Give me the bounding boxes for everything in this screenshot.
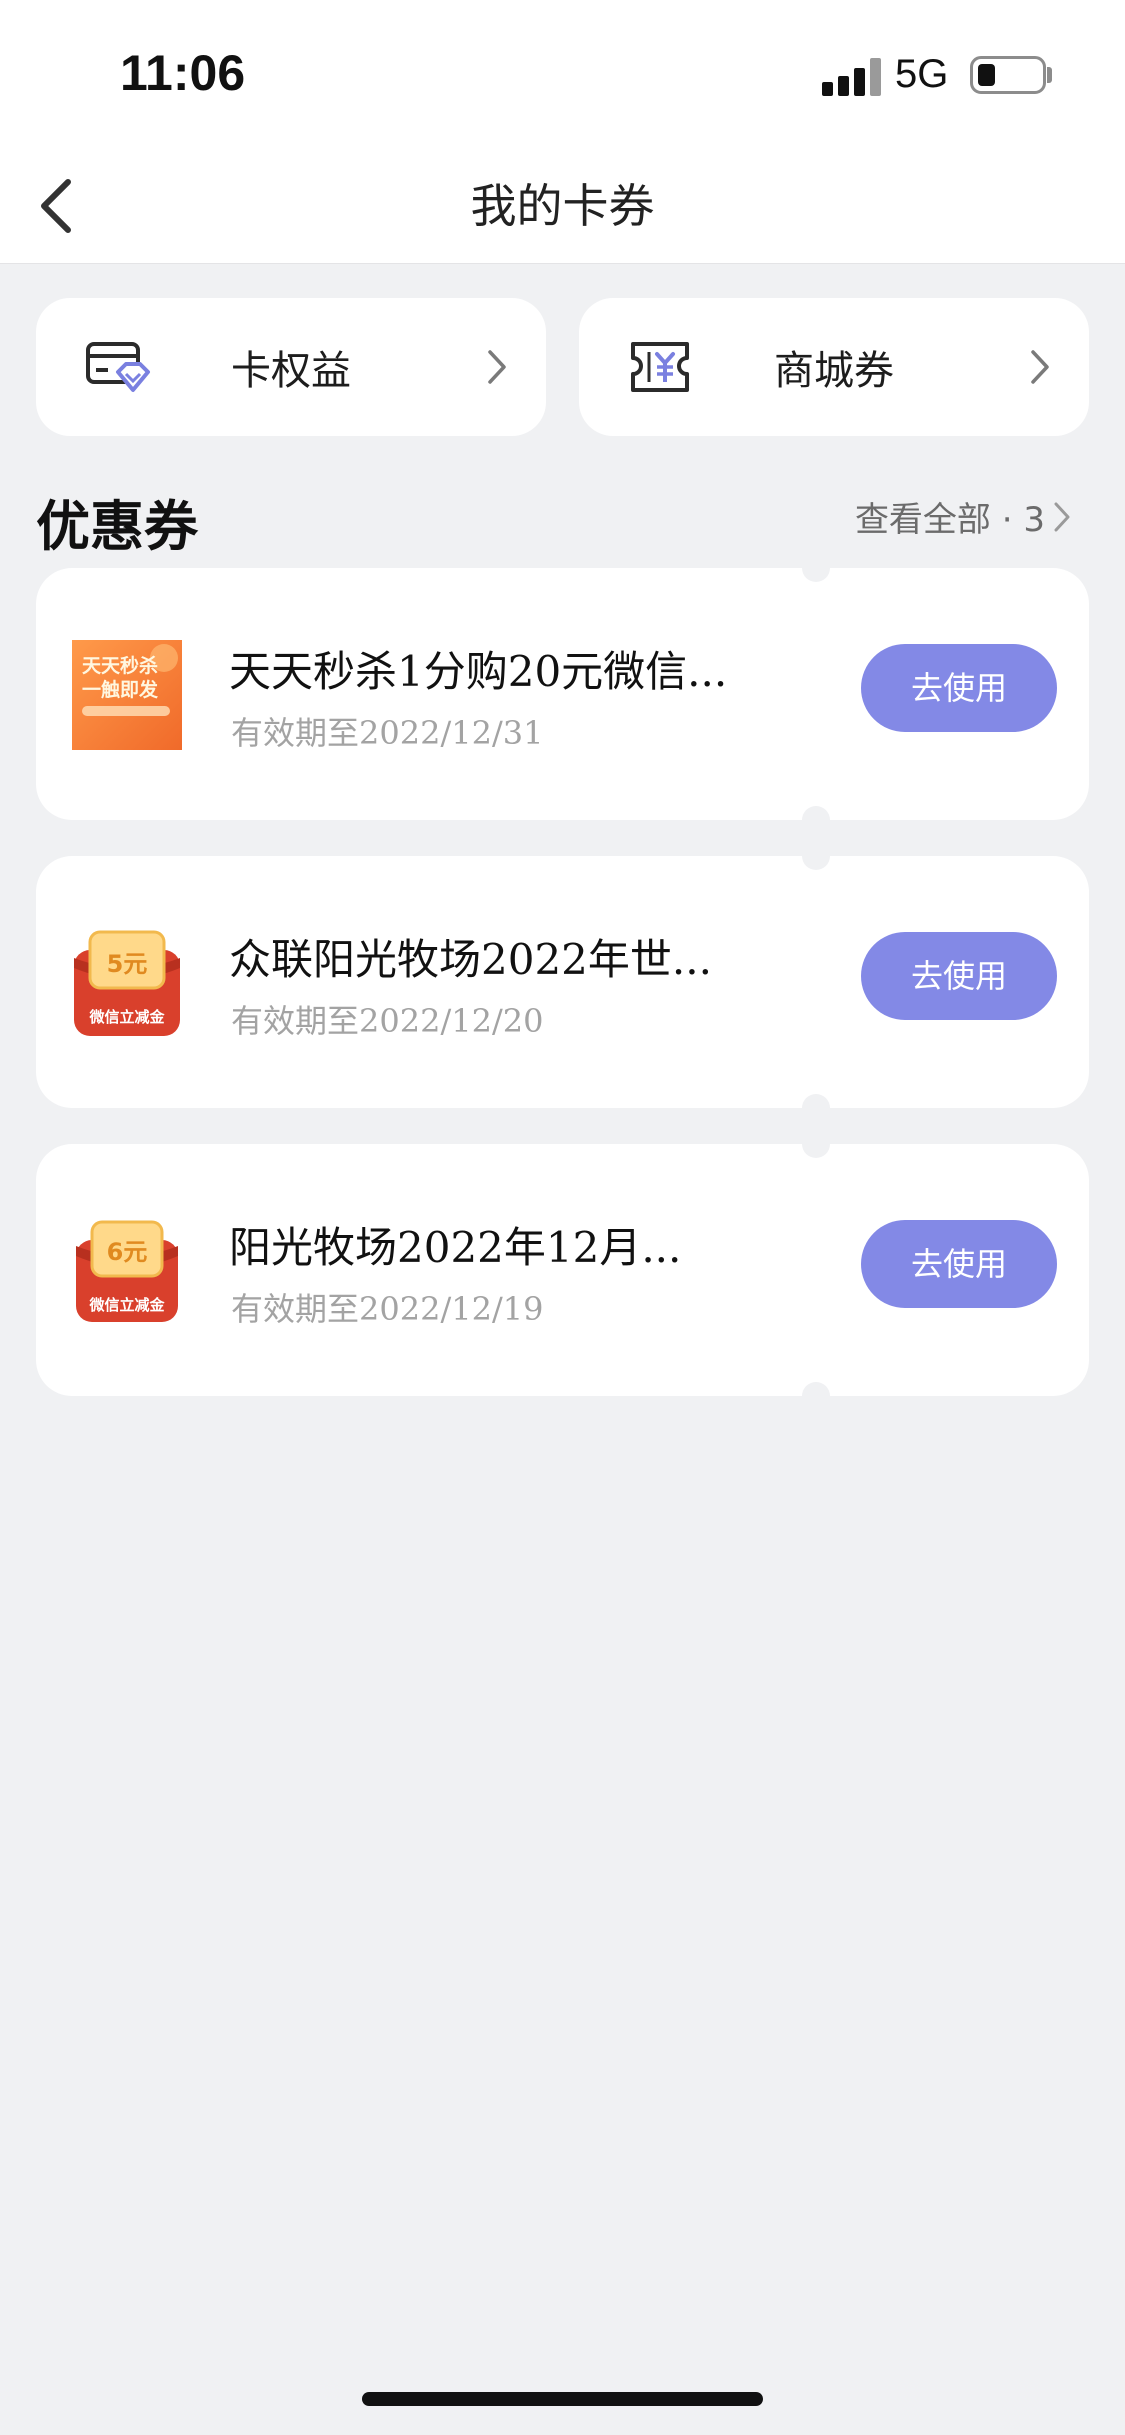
- wechat-red-packet-thumbnail: 6元 微信立减金: [76, 1220, 178, 1322]
- ticket-notch: [802, 842, 830, 870]
- battery-tip: [1047, 67, 1052, 83]
- battery-icon: [970, 56, 1046, 94]
- coupon-expiry: 有效期至2022/12/31: [231, 714, 544, 752]
- use-coupon-button[interactable]: 去使用: [861, 1220, 1057, 1308]
- mall-coupons-label: 商城券: [774, 348, 894, 394]
- chevron-right-icon: [488, 350, 506, 384]
- coupon-thumbnail: 天天秒杀 一触即发: [72, 640, 182, 750]
- coupon-card[interactable]: 6元 微信立减金 阳光牧场2022年12月... 有效期至2022/12/19 …: [36, 1130, 1089, 1410]
- coupon-card[interactable]: 5元 微信立减金 众联阳光牧场2022年世... 有效期至2022/12/20 …: [36, 842, 1089, 1122]
- mall-coupons-entry[interactable]: 商城券: [579, 298, 1089, 436]
- ticket-notch: [802, 554, 830, 582]
- signal-icon: [822, 58, 882, 96]
- thumbnail-amount: 6元: [107, 1238, 148, 1266]
- ticket-notch: [802, 1130, 830, 1158]
- status-bar: 11:06 5G: [0, 0, 1125, 150]
- ticket-notch: [802, 1094, 830, 1122]
- chevron-right-icon: [1054, 502, 1070, 531]
- coupon-expiry: 有效期至2022/12/20: [231, 1002, 544, 1040]
- use-coupon-button[interactable]: 去使用: [861, 932, 1057, 1020]
- view-all-label: 查看全部 · 3: [854, 500, 1045, 540]
- card-benefits-label: 卡权益: [231, 348, 351, 394]
- section-title: 优惠券: [36, 495, 198, 558]
- thumbnail-text: 天天秒杀: [82, 654, 158, 677]
- view-all-link[interactable]: 查看全部 · 3: [855, 492, 1071, 541]
- status-time: 11:06: [120, 45, 246, 101]
- use-coupon-button[interactable]: 去使用: [861, 644, 1057, 732]
- coupon-title: 天天秒杀1分购20元微信...: [229, 647, 728, 696]
- ticket-notch: [802, 806, 830, 834]
- home-indicator[interactable]: [362, 2392, 763, 2406]
- coupon-card[interactable]: 天天秒杀 一触即发 天天秒杀1分购20元微信... 有效期至2022/12/31…: [36, 554, 1089, 834]
- thumbnail-caption: 微信立减金: [88, 1296, 165, 1314]
- page-title: 我的卡券: [470, 179, 655, 233]
- thumbnail-amount: 5元: [107, 950, 148, 978]
- thumbnail-text: 一触即发: [82, 678, 159, 701]
- ticket-notch: [802, 1382, 830, 1410]
- card-benefits-entry[interactable]: 卡权益: [36, 298, 546, 436]
- coupon-title: 阳光牧场2022年12月...: [229, 1223, 682, 1272]
- chevron-right-icon: [1031, 350, 1049, 384]
- coupon-title: 众联阳光牧场2022年世...: [229, 935, 712, 984]
- thumbnail-caption: 微信立减金: [88, 1008, 165, 1026]
- wechat-red-packet-thumbnail: 5元 微信立减金: [74, 930, 180, 1036]
- nav-bar: 我的卡券: [0, 150, 1125, 264]
- network-type: 5G: [895, 52, 949, 96]
- coupon-expiry: 有效期至2022/12/19: [231, 1290, 544, 1328]
